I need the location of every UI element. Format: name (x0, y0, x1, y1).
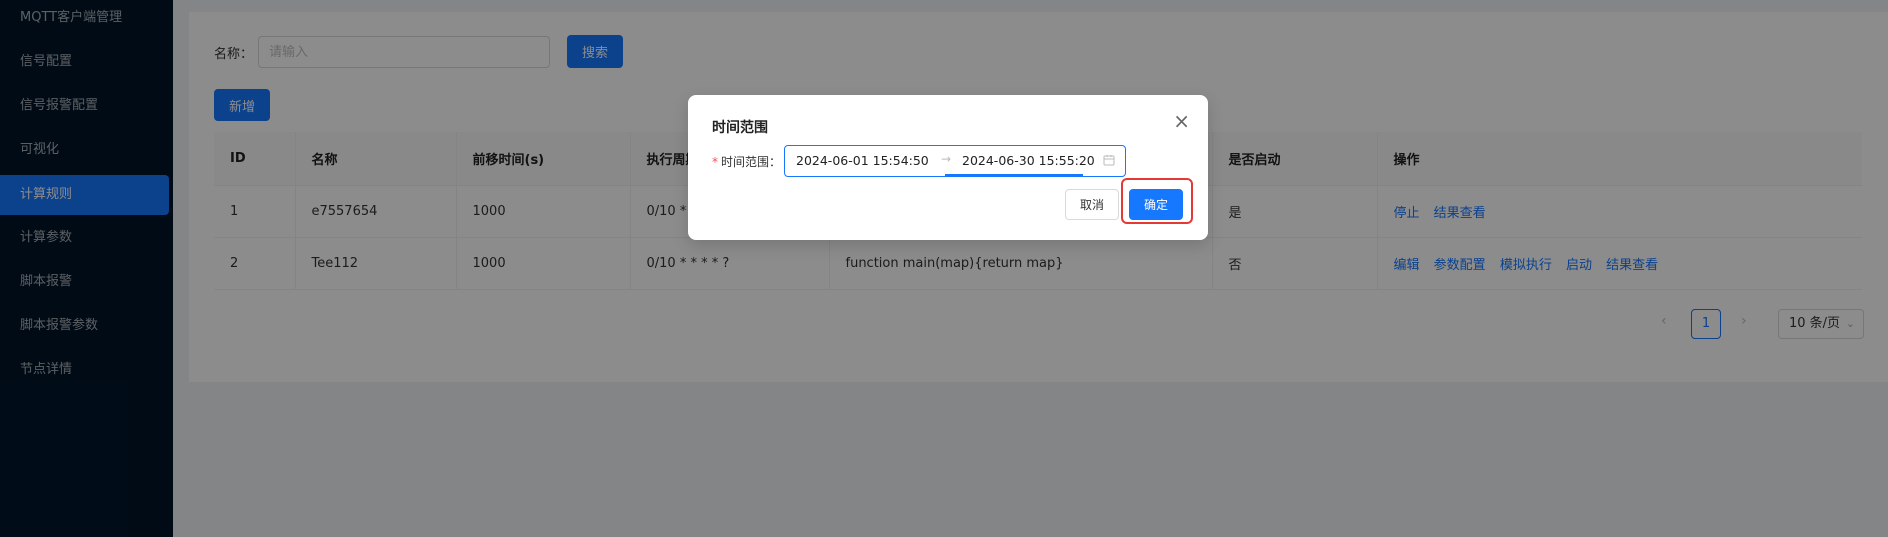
time-range-label-text: 时间范围： (721, 155, 782, 169)
calendar-icon (1103, 155, 1115, 166)
close-icon[interactable]: × (1173, 109, 1190, 133)
range-separator-icon: → (941, 152, 952, 166)
required-mark: * (712, 155, 718, 169)
cancel-button[interactable]: 取消 (1065, 189, 1119, 220)
range-start-input[interactable]: 2024-06-01 15:54:50 (796, 153, 929, 168)
time-range-label: * 时间范围： (712, 153, 781, 170)
time-range-picker[interactable]: 2024-06-01 15:54:50 → 2024-06-30 15:55:2… (784, 145, 1126, 177)
modal-title: 时间范围 (712, 120, 768, 136)
highlight-annotation (1121, 178, 1193, 224)
modal-mask[interactable] (0, 0, 1888, 537)
range-end-input[interactable]: 2024-06-30 15:55:20 (962, 153, 1095, 168)
active-input-underline (945, 174, 1083, 176)
